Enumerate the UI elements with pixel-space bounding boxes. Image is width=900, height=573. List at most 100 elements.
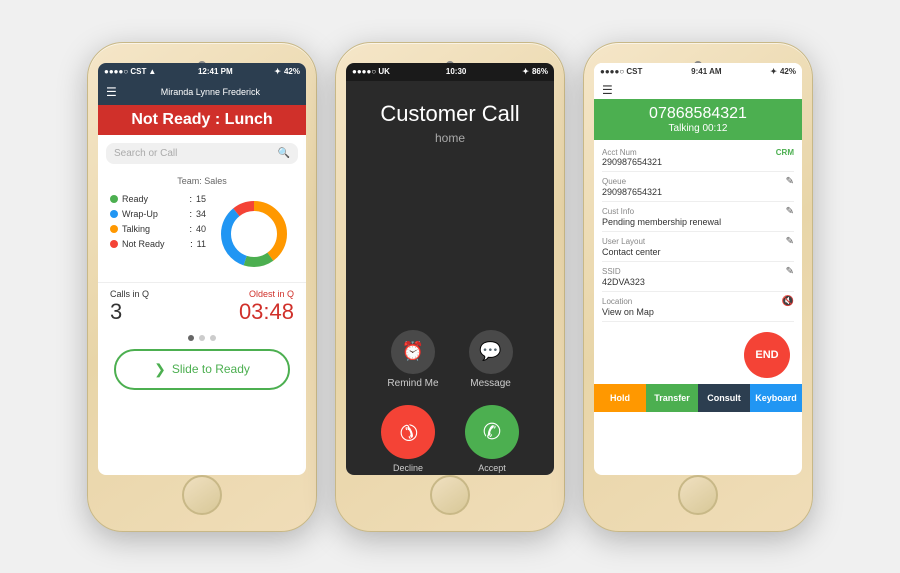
colon: : [189, 209, 192, 219]
hold-label: Hold [610, 393, 630, 403]
phone-1-header: ☰ Miranda Lynne Frederick [98, 81, 306, 105]
location-map-icon[interactable]: 🔇 [782, 296, 794, 307]
queue-edit-icon[interactable]: ✎ [786, 176, 794, 187]
call-sub: home [435, 131, 465, 145]
wrapup-label: Wrap-Up [122, 209, 185, 219]
stat-notready: Not Ready : 11 [110, 239, 206, 249]
slide-label: Slide to Ready [172, 362, 250, 376]
ssid-value: 42DVA323 [602, 277, 794, 287]
phone-2: ●●●●○ UK 10:30 ✦ 86% Customer Call home [335, 42, 565, 532]
oldest-in-q-label: Oldest in Q [208, 289, 294, 299]
phone-3-screen: ●●●●○ CST 9:41 AM ✦ 42% ☰ 07868584321 Ta… [594, 63, 802, 475]
phone-3-menu-icon[interactable]: ☰ [602, 83, 613, 97]
not-ready-banner: Not Ready : Lunch [98, 105, 306, 135]
ssid-label: SSID [602, 267, 621, 276]
time-text: 10:30 [446, 67, 466, 76]
accept-icon: ✆ [483, 419, 501, 445]
location-label: Location [602, 297, 632, 306]
phone-3: ●●●●○ CST 9:41 AM ✦ 42% ☰ 07868584321 Ta… [583, 42, 813, 532]
dot-3 [210, 335, 216, 341]
ssid-edit-icon[interactable]: ✎ [786, 266, 794, 277]
message-action[interactable]: 💬 Message [469, 330, 513, 389]
queue-flex: Queue ✎ [602, 176, 794, 187]
phone-2-status-bar: ●●●●○ UK 10:30 ✦ 86% [346, 63, 554, 81]
phone-3-nav-bar: ☰ [594, 81, 802, 99]
remind-me-action[interactable]: ⏰ Remind Me [387, 330, 438, 389]
active-call-number: 07868584321 [602, 105, 794, 123]
calls-in-q-value: 3 [110, 299, 196, 325]
userlayout-flex: User Layout ✎ [602, 236, 794, 247]
accept-label: Accept [478, 463, 506, 473]
calls-section: Calls in Q 3 Oldest in Q 03:48 [98, 282, 306, 331]
status-left: ●●●●○ CST [600, 67, 642, 76]
crm-label: CRM [776, 148, 794, 157]
call-screen: Customer Call home ⏰ Remind Me 💬 Message [346, 81, 554, 475]
transfer-label: Transfer [654, 393, 690, 403]
phone-1-screen: ●●●●○ CST ▲ 12:41 PM ✦ 42% ☰ Miranda Lyn… [98, 63, 306, 475]
slide-to-ready-button[interactable]: ❯ Slide to Ready [114, 349, 290, 390]
userlayout-label: User Layout [602, 237, 645, 246]
battery-text: 42% [780, 67, 796, 76]
phone-1: ●●●●○ CST ▲ 12:41 PM ✦ 42% ☰ Miranda Lyn… [87, 42, 317, 532]
decline-icon: ✆ [392, 416, 423, 447]
talking-num: 40 [196, 224, 206, 234]
call-buttons: ✆ Decline ✆ Accept [381, 405, 519, 473]
calls-in-q-label: Calls in Q [110, 289, 196, 299]
keyboard-label: Keyboard [755, 393, 797, 403]
oldest-in-q-box: Oldest in Q 03:48 [208, 289, 294, 325]
active-call-header: 07868584321 Talking 00:12 [594, 99, 802, 140]
custinfo-edit-icon[interactable]: ✎ [786, 206, 794, 217]
call-actions-top: ⏰ Remind Me 💬 Message [387, 330, 512, 389]
search-placeholder: Search or Call [114, 148, 177, 159]
custinfo-flex: Cust Info ✎ [602, 206, 794, 217]
custinfo-value: Pending membership renewal [602, 217, 794, 227]
end-label: END [755, 349, 778, 361]
action-bar: Hold Transfer Consult Keyboard [594, 384, 802, 412]
dots-indicator [98, 335, 306, 341]
acct-flex: Acct Num CRM [602, 148, 794, 157]
ssid-flex: SSID ✎ [602, 266, 794, 277]
team-section: Team: Sales [98, 172, 306, 190]
wrapup-num: 34 [196, 209, 206, 219]
time-text: 9:41 AM [691, 67, 721, 76]
queue-label: Queue [602, 177, 626, 186]
userlayout-edit-icon[interactable]: ✎ [786, 236, 794, 247]
stat-wrapup: Wrap-Up : 34 [110, 209, 206, 219]
talking-label: Talking [122, 224, 185, 234]
wrapup-dot [110, 210, 118, 218]
decline-wrapper: ✆ Decline [381, 405, 435, 473]
accept-button[interactable]: ✆ [465, 405, 519, 459]
colon: : [189, 224, 192, 234]
acct-label: Acct Num [602, 148, 637, 157]
carrier-text: ●●●●○ CST [104, 67, 146, 76]
phone-1-status-bar: ●●●●○ CST ▲ 12:41 PM ✦ 42% [98, 63, 306, 81]
end-call-button[interactable]: END [744, 332, 790, 378]
notready-dot [110, 240, 118, 248]
keyboard-button[interactable]: Keyboard [750, 384, 802, 412]
decline-label: Decline [393, 463, 423, 473]
stat-ready: Ready : 15 [110, 194, 206, 204]
colon: : [190, 239, 193, 249]
search-bar[interactable]: Search or Call 🔍 [106, 143, 298, 164]
decline-button[interactable]: ✆ [381, 405, 435, 459]
remind-me-label: Remind Me [387, 378, 438, 389]
colon: : [189, 194, 192, 204]
consult-button[interactable]: Consult [698, 384, 750, 412]
stat-talking: Talking : 40 [110, 224, 206, 234]
location-flex: Location 🔇 [602, 296, 794, 307]
remind-me-icon: ⏰ [391, 330, 435, 374]
accept-wrapper: ✆ Accept [465, 405, 519, 473]
hamburger-icon[interactable]: ☰ [106, 85, 117, 99]
status-right: ✦ 42% [274, 67, 300, 76]
stats-list: Ready : 15 Wrap-Up : 34 Talking : [110, 194, 206, 274]
notready-num: 11 [197, 239, 206, 249]
carrier-text: ●●●●○ CST [600, 67, 642, 76]
info-row-ssid: SSID ✎ 42DVA323 [602, 262, 794, 292]
acct-value: 290987654321 [602, 157, 794, 167]
ready-label: Ready [122, 194, 185, 204]
userlayout-value: Contact center [602, 247, 794, 257]
hold-button[interactable]: Hold [594, 384, 646, 412]
transfer-button[interactable]: Transfer [646, 384, 698, 412]
status-left: ●●●●○ CST ▲ [104, 67, 156, 76]
end-btn-area: END [594, 326, 802, 384]
